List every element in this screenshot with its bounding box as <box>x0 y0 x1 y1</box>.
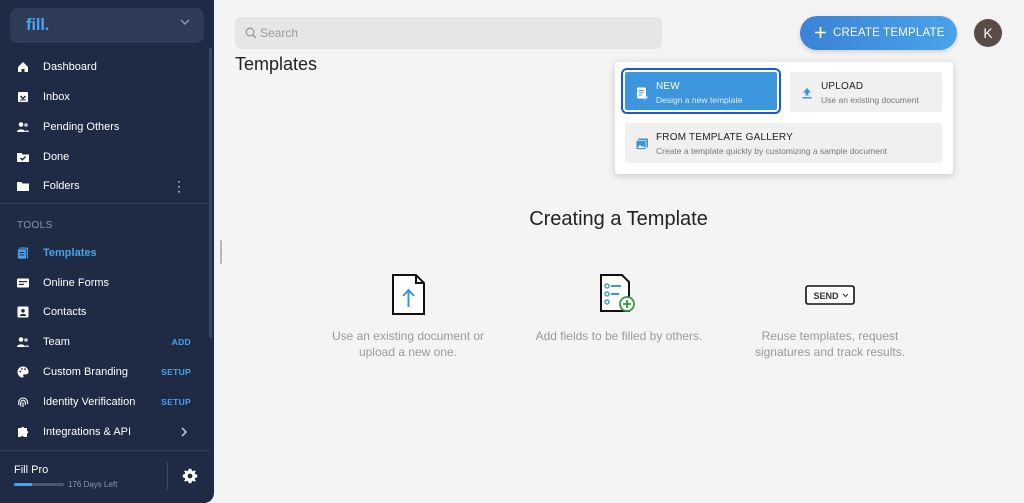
sidebar-item-label: Templates <box>43 247 97 259</box>
menu-item-title: UPLOAD <box>821 81 864 92</box>
create-template-menu: NEW Design a new template UPLOAD Use an … <box>615 62 953 174</box>
gear-icon[interactable] <box>182 468 198 484</box>
menu-item-new[interactable]: NEW Design a new template <box>621 68 781 114</box>
menu-item-subtitle: Design a new template <box>656 95 743 105</box>
sidebar-resize-handle[interactable] <box>220 240 222 264</box>
plus-icon <box>815 27 826 38</box>
sidebar-item-contacts[interactable]: Contacts <box>0 298 210 326</box>
sidebar-item-inbox[interactable]: Inbox <box>0 83 210 111</box>
footer-divider <box>167 462 168 490</box>
sidebar-scrollbar[interactable] <box>209 48 212 338</box>
palette-icon <box>17 366 29 378</box>
sidebar-item-folders[interactable]: Folders ⋮ <box>0 172 210 200</box>
gallery-icon <box>635 138 648 150</box>
sidebar-item-dashboard[interactable]: Dashboard <box>0 53 210 81</box>
create-template-label: CREATE TEMPLATE <box>833 27 945 39</box>
puzzle-icon <box>18 426 29 437</box>
sidebar-item-online-forms[interactable]: Online Forms <box>0 269 210 297</box>
sidebar-item-team[interactable]: Team ADD <box>0 328 210 356</box>
fingerprint-icon <box>18 397 29 407</box>
add-team-link[interactable]: ADD <box>172 337 191 347</box>
chevron-down-icon <box>180 19 190 26</box>
new-document-icon <box>637 87 648 100</box>
trial-progress-bar <box>14 483 64 486</box>
add-fields-icon <box>600 274 635 312</box>
sidebar-item-label: Online Forms <box>43 277 110 289</box>
plan-name: Fill Pro <box>14 464 49 476</box>
page-title: Templates <box>235 54 318 74</box>
sidebar-item-label: Integrations & API <box>43 426 132 438</box>
done-folder-icon <box>17 153 29 162</box>
folder-icon <box>17 182 29 191</box>
people-icon <box>17 122 29 132</box>
contacts-icon <box>17 306 29 318</box>
empty-state-heading: Creating a Template <box>529 208 708 230</box>
sidebar-item-integrations[interactable]: Integrations & API <box>0 418 210 446</box>
sidebar-item-label: Folders <box>43 180 80 192</box>
menu-item-title: NEW <box>656 81 680 92</box>
forms-icon <box>17 278 29 288</box>
inbox-icon <box>18 92 28 102</box>
sidebar-item-label: Done <box>43 151 70 163</box>
templates-icon <box>17 247 28 260</box>
sidebar-item-identity-verification[interactable]: Identity Verification SETUP <box>0 388 210 416</box>
menu-item-subtitle: Create a template quickly by customizing… <box>656 146 888 156</box>
step-description: Use an existing document or upload a new… <box>331 329 485 359</box>
sidebar-divider <box>0 450 210 451</box>
menu-item-subtitle: Use an existing document <box>821 95 919 105</box>
sidebar-item-label: Team <box>43 336 70 348</box>
search-input[interactable] <box>260 25 640 41</box>
setup-identity-link[interactable]: SETUP <box>161 397 191 407</box>
sidebar-item-label: Custom Branding <box>43 366 128 378</box>
send-button-icon: SEND <box>805 285 855 305</box>
sidebar-item-label: Dashboard <box>43 61 97 73</box>
upload-document-icon <box>392 274 425 315</box>
search-bar[interactable] <box>235 17 662 49</box>
step-description: Add fields to be filled by others. <box>535 329 703 343</box>
create-template-button[interactable]: CREATE TEMPLATE <box>800 16 957 50</box>
menu-item-template-gallery[interactable]: FROM TEMPLATE GALLERY Create a template … <box>625 123 942 163</box>
more-options-icon[interactable]: ⋮ <box>172 179 186 193</box>
days-left: 176 Days Left <box>68 480 118 489</box>
home-icon <box>18 62 28 72</box>
team-icon <box>17 337 29 347</box>
sidebar-item-pending-others[interactable]: Pending Others <box>0 113 210 141</box>
send-badge-text: SEND <box>813 291 839 301</box>
menu-item-upload[interactable]: UPLOAD Use an existing document <box>790 72 942 112</box>
sidebar-item-label: Inbox <box>43 91 70 103</box>
chevron-right-icon <box>181 427 188 437</box>
sidebar-divider <box>0 203 210 204</box>
search-icon <box>245 27 257 39</box>
sidebar-item-templates[interactable]: Templates <box>0 239 210 267</box>
sidebar-item-label: Contacts <box>43 306 87 318</box>
menu-item-title: FROM TEMPLATE GALLERY <box>656 132 794 143</box>
sidebar-item-custom-branding[interactable]: Custom Branding SETUP <box>0 358 210 386</box>
sidebar-item-label: Identity Verification <box>43 396 136 408</box>
fill-logo: fill. <box>26 15 50 34</box>
sidebar: fill. Dashboard Inbox Pending Others Don… <box>0 0 214 503</box>
workspace-switcher[interactable]: fill. <box>10 8 204 43</box>
upload-icon <box>802 88 812 99</box>
sidebar-item-label: Pending Others <box>43 121 120 133</box>
avatar[interactable]: K <box>974 19 1002 47</box>
setup-branding-link[interactable]: SETUP <box>161 367 191 377</box>
trial-progress-fill <box>14 483 32 486</box>
step-description: Reuse templates, request signatures and … <box>754 329 906 359</box>
sidebar-item-done[interactable]: Done <box>0 143 210 171</box>
